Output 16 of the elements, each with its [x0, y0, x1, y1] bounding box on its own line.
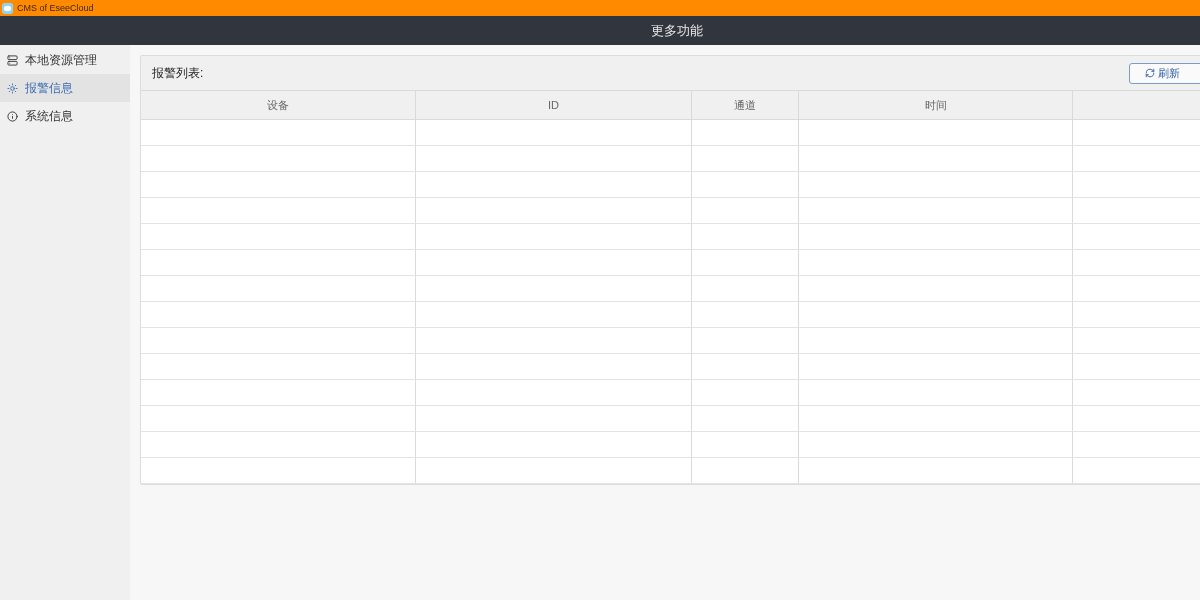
column-header: 通道 — [734, 97, 756, 113]
server-icon — [7, 54, 18, 66]
app-logo-icon — [2, 2, 13, 14]
column-header: 设备 — [267, 97, 289, 113]
column-header: 时间 — [924, 97, 947, 113]
sidebar-item[interactable]: 本地资源管理 — [0, 46, 130, 74]
window-title: CMS of EseeCloud — [17, 3, 94, 13]
header-title: 更多功能 — [651, 21, 703, 40]
panel-title: 报警列表: — [152, 65, 204, 82]
sidebar-item[interactable]: 系统信息 — [0, 102, 130, 130]
sun-icon — [7, 82, 18, 94]
info-icon — [7, 110, 18, 122]
refresh-button[interactable]: 刷新 — [1129, 62, 1200, 84]
column-header: ID — [548, 97, 559, 113]
sidebar-item[interactable]: 报警信息 — [0, 74, 130, 102]
refresh-icon — [1145, 68, 1155, 78]
